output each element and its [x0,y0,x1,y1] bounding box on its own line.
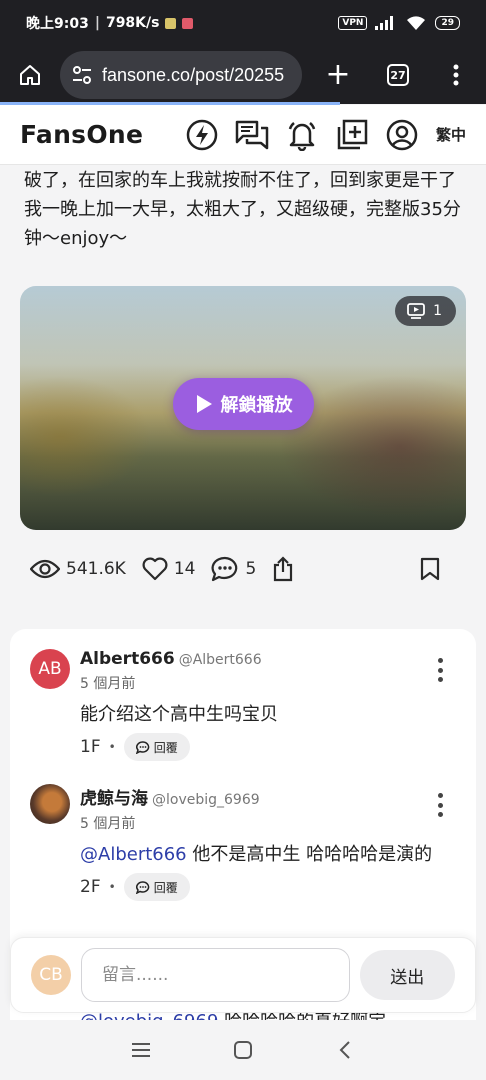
site-header: FansOne 繁中 [0,105,486,165]
reply-button[interactable]: 回覆 [123,733,190,761]
tab-switcher-button[interactable]: 27 [378,55,418,95]
notification-app-icon [165,17,177,29]
vpn-badge: VPN [338,16,368,30]
notification-bell-icon[interactable] [284,117,320,153]
reply-button[interactable]: 回覆 [123,873,190,901]
site-settings-icon[interactable] [72,66,92,84]
notification-mail-icon [182,17,194,29]
comment-more-icon[interactable] [430,655,450,685]
tab-count: 27 [387,64,409,86]
heart-icon [142,557,168,581]
play-icon [196,395,212,413]
mention-link[interactable]: @Albert666 [80,844,187,865]
language-switcher[interactable]: 繁中 [436,124,466,145]
avatar[interactable] [30,784,70,824]
comment-text: 能介绍这个高中生吗宝贝 [80,704,278,725]
commenter-handle: @lovebig_6969 [152,792,260,808]
comment-text: @Albert666 他不是高中生 哈哈哈哈是演的 [80,844,433,865]
avatar[interactable]: AB [30,649,70,689]
lightning-icon[interactable] [184,117,220,153]
comment-bubble-icon [211,556,238,582]
new-tab-icon[interactable]: + [318,55,358,95]
unlock-play-button[interactable]: 解鎖播放 [173,378,314,430]
battery-indicator: 29 [435,16,460,30]
like-button[interactable]: 14 [142,557,195,581]
post-stats: 541.6K 14 5 [30,550,456,588]
comment-time: 5 個月前 [80,676,136,692]
address-bar[interactable]: fansone.co/post/20255 [60,51,302,99]
browser-toolbar: fansone.co/post/20255 + 27 [0,46,486,104]
video-thumbnail[interactable]: 1 解鎖播放 [20,286,466,530]
share-button[interactable] [272,556,294,582]
add-post-icon[interactable] [334,117,370,153]
share-icon [274,556,293,582]
messages-icon[interactable] [234,117,270,153]
eye-icon [30,559,60,579]
back-icon[interactable] [325,1030,365,1070]
post-description: 破了，在回家的车上我就按耐不住了，回到家更是干了我一晚上加一大早，太粗大了，又超… [24,170,461,249]
video-icon [407,303,425,319]
reply-bubble-icon [135,880,149,894]
current-user-avatar: CB [31,955,71,995]
more-menu-icon[interactable] [436,55,476,95]
comment-composer: CB 送出 [10,937,476,1013]
comment-input[interactable] [81,948,350,1002]
send-button[interactable]: 送出 [359,950,455,1000]
commenter-handle: @Albert666 [178,652,262,668]
recent-apps-icon[interactable] [121,1030,161,1070]
comment-more-icon[interactable] [430,790,450,820]
system-nav-bar [0,1020,486,1080]
profile-icon[interactable] [384,117,420,153]
clock: 晚上9:03 [26,16,89,32]
wifi-icon [407,16,426,30]
comment-time: 5 個月前 [80,816,136,832]
commenter-name[interactable]: 虎鲸与海 [80,789,148,809]
network-speed: 798K/s [105,15,160,31]
views-stat: 541.6K [30,559,126,579]
home-icon[interactable] [10,55,50,95]
media-count-badge: 1 [395,296,456,326]
commenter-name[interactable]: Albert666 [80,649,175,669]
site-logo[interactable]: FansOne [20,120,143,149]
reply-bubble-icon [135,740,149,754]
signal-icon [375,16,394,30]
comments-stat[interactable]: 5 [211,556,256,582]
bookmark-button[interactable] [420,557,440,581]
url-text: fansone.co/post/20255 [102,64,285,85]
home-nav-icon[interactable] [223,1030,263,1070]
bookmark-icon [420,557,440,581]
floor-number: 1F [80,737,101,757]
status-bar: 晚上9:03 | 798K/s VPN 29 [0,0,486,46]
floor-number: 2F [80,877,101,897]
